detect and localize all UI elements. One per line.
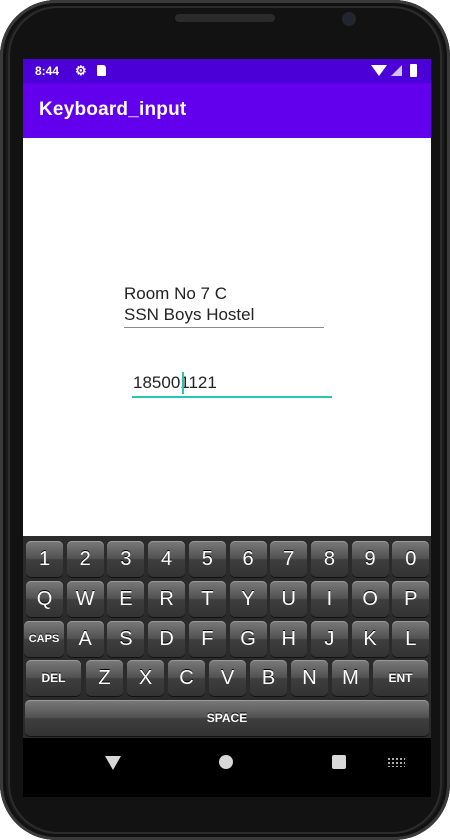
- key-t[interactable]: T: [188, 581, 226, 617]
- keyboard-switch-icon[interactable]: [387, 757, 405, 767]
- speaker-grille: [175, 14, 275, 22]
- address-line-2: SSN Boys Hostel: [124, 305, 255, 324]
- key-n[interactable]: N: [291, 660, 328, 696]
- key-2[interactable]: 2: [66, 541, 104, 577]
- key-p[interactable]: P: [392, 581, 430, 617]
- key-9[interactable]: 9: [351, 541, 389, 577]
- key-s[interactable]: S: [107, 621, 145, 657]
- text-caret: [182, 372, 184, 394]
- signal-icon: [391, 65, 402, 76]
- sd-card-icon: [97, 65, 106, 76]
- key-k[interactable]: K: [351, 621, 389, 657]
- key-j[interactable]: J: [310, 621, 348, 657]
- app-bar: Keyboard_input: [23, 83, 431, 138]
- front-camera: [344, 14, 354, 24]
- device-screen: 8:44 ⚙ Keyboard_input Room No 7 C SSN Bo…: [23, 59, 431, 797]
- key-6[interactable]: 6: [229, 541, 267, 577]
- address-line-1: Room No 7 C: [124, 284, 227, 303]
- key-caps[interactable]: CAPS: [24, 621, 64, 657]
- recents-icon[interactable]: [332, 755, 346, 769]
- key-w[interactable]: W: [66, 581, 104, 617]
- key-0[interactable]: 0: [392, 541, 430, 577]
- key-o[interactable]: O: [351, 581, 389, 617]
- key-e[interactable]: E: [107, 581, 145, 617]
- address-input[interactable]: Room No 7 C SSN Boys Hostel: [124, 283, 324, 328]
- key-7[interactable]: 7: [270, 541, 308, 577]
- key-g[interactable]: G: [229, 621, 267, 657]
- key-u[interactable]: U: [270, 581, 308, 617]
- key-1[interactable]: 1: [26, 541, 63, 577]
- app-title: Keyboard_input: [39, 99, 187, 120]
- key-a[interactable]: A: [66, 621, 104, 657]
- status-time: 8:44: [35, 64, 60, 78]
- main-content: Room No 7 C SSN Boys Hostel 185001121: [23, 138, 431, 536]
- number-value: 185001121: [133, 373, 217, 392]
- status-bar: 8:44 ⚙: [23, 59, 431, 83]
- back-icon[interactable]: [105, 756, 121, 770]
- soft-keyboard: 1 2 3 4 5 6 7 8 9 0 Q W E R T Y U I O P CAPS A S D F G H J K L DEL Z X C V…: [23, 536, 431, 738]
- key-x[interactable]: X: [127, 660, 164, 696]
- battery-icon: [410, 64, 417, 77]
- home-icon[interactable]: [219, 755, 233, 769]
- key-z[interactable]: Z: [86, 660, 123, 696]
- key-3[interactable]: 3: [107, 541, 145, 577]
- key-m[interactable]: M: [332, 660, 369, 696]
- key-8[interactable]: 8: [310, 541, 348, 577]
- key-h[interactable]: H: [270, 621, 308, 657]
- key-l[interactable]: L: [392, 621, 430, 657]
- key-y[interactable]: Y: [229, 581, 267, 617]
- key-4[interactable]: 4: [148, 541, 186, 577]
- phone-bezel: 8:44 ⚙ Keyboard_input Room No 7 C SSN Bo…: [0, 0, 450, 840]
- wifi-icon: [371, 65, 387, 76]
- key-del[interactable]: DEL: [26, 660, 81, 696]
- key-c[interactable]: C: [168, 660, 205, 696]
- gear-icon: ⚙: [75, 63, 87, 78]
- key-b[interactable]: B: [250, 660, 287, 696]
- key-r[interactable]: R: [148, 581, 186, 617]
- key-d[interactable]: D: [148, 621, 186, 657]
- navigation-bar: [23, 738, 431, 797]
- key-ent[interactable]: ENT: [373, 660, 428, 696]
- key-i[interactable]: I: [310, 581, 348, 617]
- key-q[interactable]: Q: [26, 581, 63, 617]
- number-input[interactable]: 185001121: [132, 370, 332, 398]
- key-v[interactable]: V: [209, 660, 246, 696]
- key-space[interactable]: SPACE: [25, 700, 429, 736]
- key-5[interactable]: 5: [188, 541, 226, 577]
- key-f[interactable]: F: [188, 621, 226, 657]
